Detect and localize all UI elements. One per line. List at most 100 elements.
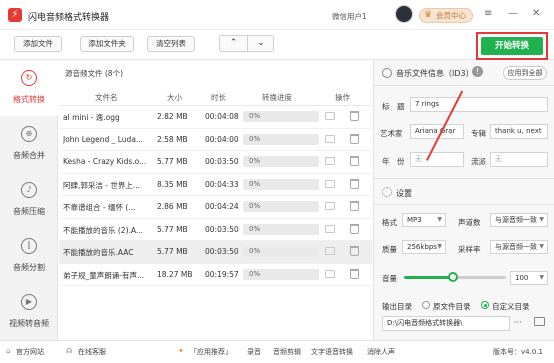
samplerate-select[interactable]: 与源音频一致 ▼: [490, 240, 548, 254]
table-row[interactable]: 不能播放的音乐.AAC 5.77 MB 00:03:50 0%: [59, 241, 372, 264]
volume-slider-handle[interactable]: [447, 272, 458, 282]
folder-icon[interactable]: [325, 157, 335, 165]
file-size: 8.35 MB: [157, 179, 188, 189]
avatar[interactable]: [395, 5, 413, 23]
id3-title: 音乐文件信息（ID3）: [396, 69, 474, 78]
chevron-down-icon: ▼: [539, 274, 544, 281]
table-row[interactable]: John Legend _ Luda... 2.58 MB 00:04:00 0%: [59, 129, 372, 151]
genre-field[interactable]: 无: [490, 152, 548, 167]
col-size: 大小: [167, 93, 182, 102]
divider: [374, 85, 554, 86]
text-to-speech-link[interactable]: 文字语音转换: [311, 347, 353, 357]
file-name: 弟子规_童声朗诵-有声...: [63, 270, 145, 280]
sidebar-item[interactable]: ▶ 视频转音频: [0, 284, 58, 340]
trash-icon[interactable]: [350, 133, 359, 144]
file-duration: 00:03:50: [205, 224, 239, 234]
menu-icon[interactable]: ≡: [484, 8, 492, 20]
folder-icon[interactable]: [325, 247, 335, 255]
vocal-remove-link[interactable]: 消除人声: [367, 347, 395, 357]
volume-input[interactable]: 100 ▼: [510, 271, 548, 285]
sidebar: ↻ 格式转换 ⊕ 音频合并 ♪ 音频压缩 ⫿ 音频分割 ▶ 视频转音频: [0, 60, 58, 340]
audio-edit-link[interactable]: 音频剪辑: [273, 347, 301, 357]
progress-bar: 0%: [243, 268, 319, 280]
sidebar-item[interactable]: ♪ 音频压缩: [0, 172, 58, 228]
volume-slider[interactable]: [404, 272, 506, 282]
col-actions: 操作: [335, 93, 350, 102]
folder-icon[interactable]: [325, 112, 335, 120]
clear-list-button[interactable]: 清空列表: [147, 36, 195, 52]
trash-icon[interactable]: [350, 178, 359, 189]
custom-dir-label: 自定义目录: [492, 302, 530, 311]
quality-value: 256kbps: [407, 243, 437, 251]
table-row[interactable]: 不能播放的音乐 (2).A... 5.77 MB 00:03:50 0%: [59, 219, 372, 241]
username[interactable]: 微信用户1: [332, 11, 367, 22]
trash-icon[interactable]: [350, 223, 359, 234]
move-up-button[interactable]: ⌃: [220, 36, 247, 51]
col-duration: 时长: [211, 93, 226, 102]
title-field[interactable]: 7 rings: [410, 97, 548, 112]
close-icon[interactable]: ✕: [532, 8, 540, 20]
volume-value: 100: [515, 274, 529, 282]
folder-icon[interactable]: [325, 224, 335, 233]
col-progress: 转换进度: [262, 93, 292, 102]
file-duration: 00:03:50: [205, 247, 239, 256]
status-bar: ⌂ 官方网站 ☊ 在线客服 ✦ 「应用推荐」 录音 音频剪辑 文字语音转换 消除…: [0, 340, 554, 363]
add-folder-button[interactable]: 添加文件夹: [80, 36, 134, 52]
sidebar-item[interactable]: ↻ 格式转换: [0, 60, 58, 116]
progress-bar: 0%: [243, 201, 319, 212]
custom-dir-radio[interactable]: [481, 301, 489, 309]
file-name: 不靠谱组合 - 缅怀 (...: [63, 203, 136, 212]
sidebar-item-label: 格式转换: [13, 95, 45, 104]
source-dir-radio[interactable]: [422, 301, 430, 309]
website-link[interactable]: 官方网站: [16, 347, 44, 357]
volume-label: 音量: [382, 274, 397, 283]
support-link[interactable]: 在线客服: [78, 347, 106, 357]
folder-icon[interactable]: [325, 202, 335, 210]
folder-icon[interactable]: [325, 134, 335, 143]
crown-icon: ♛: [424, 10, 433, 20]
browse-button[interactable]: ···: [514, 318, 522, 327]
chevron-down-icon: ▼: [437, 216, 442, 223]
quality-select[interactable]: 256kbps ▼: [402, 240, 446, 254]
trash-icon[interactable]: [350, 201, 359, 211]
settings-title: 设置: [396, 189, 412, 198]
format-select[interactable]: MP3 ▼: [402, 213, 446, 227]
year-field[interactable]: 无: [410, 152, 464, 167]
table-header: 文件名 大小 时长 转换进度 操作: [59, 88, 372, 106]
member-center-button[interactable]: ♛ 会员中心: [419, 8, 473, 23]
folder-icon[interactable]: [325, 179, 335, 188]
record-link[interactable]: 录音: [247, 347, 261, 357]
trash-icon[interactable]: [350, 268, 359, 279]
start-convert-button[interactable]: 开始转换: [481, 37, 543, 55]
table-row[interactable]: 不靠谱组合 - 缅怀 (... 2.86 MB 00:04:24 0%: [59, 196, 372, 219]
table-row[interactable]: Kesha - Crazy Kids.o... 5.77 MB 00:03:50 0%: [59, 151, 372, 174]
table-row[interactable]: 弟子规_童声朗诵-有声... 18.27 MB 00:19:57 0%: [59, 264, 372, 286]
samplerate-value: 与源音频一致: [495, 243, 537, 251]
minimize-icon[interactable]: —: [508, 8, 518, 20]
chevron-down-icon: ▼: [539, 216, 544, 223]
output-path-field[interactable]: D:\闪电音频格式转换器\: [382, 316, 510, 331]
move-down-button[interactable]: ⌄: [247, 36, 274, 51]
video-icon: ▶: [21, 294, 37, 310]
channels-select[interactable]: 与源音频一致 ▼: [490, 213, 548, 227]
add-file-button[interactable]: 添加文件: [14, 36, 62, 52]
table-row[interactable]: 阿肆,郭采洁 - 世界上... 8.35 MB 00:04:33 0%: [59, 174, 372, 196]
folder-icon[interactable]: [325, 269, 335, 278]
trash-icon[interactable]: [350, 246, 359, 256]
progress-bar: 0%: [243, 223, 319, 235]
apply-all-button[interactable]: 应用到全部: [503, 66, 547, 80]
file-duration: 00:04:33: [205, 179, 239, 189]
genre-label: 流派: [471, 157, 486, 166]
file-duration: 00:04:00: [205, 134, 239, 144]
table-row[interactable]: al mini - 逸.ogg 2.82 MB 00:04:08 0%: [59, 106, 372, 129]
info-icon[interactable]: !: [472, 66, 483, 77]
file-size: 5.77 MB: [157, 157, 188, 166]
trash-icon[interactable]: [350, 156, 359, 166]
file-list-header: 源音频文件 (8个): [65, 69, 124, 78]
open-folder-icon[interactable]: [534, 317, 545, 326]
sidebar-item[interactable]: ⊕ 音频合并: [0, 116, 58, 172]
sidebar-item[interactable]: ⫿ 音频分割: [0, 228, 58, 284]
source-dir-label: 原文件目录: [433, 302, 471, 311]
trash-icon[interactable]: [350, 111, 359, 121]
album-field[interactable]: thank u, next: [490, 124, 548, 139]
